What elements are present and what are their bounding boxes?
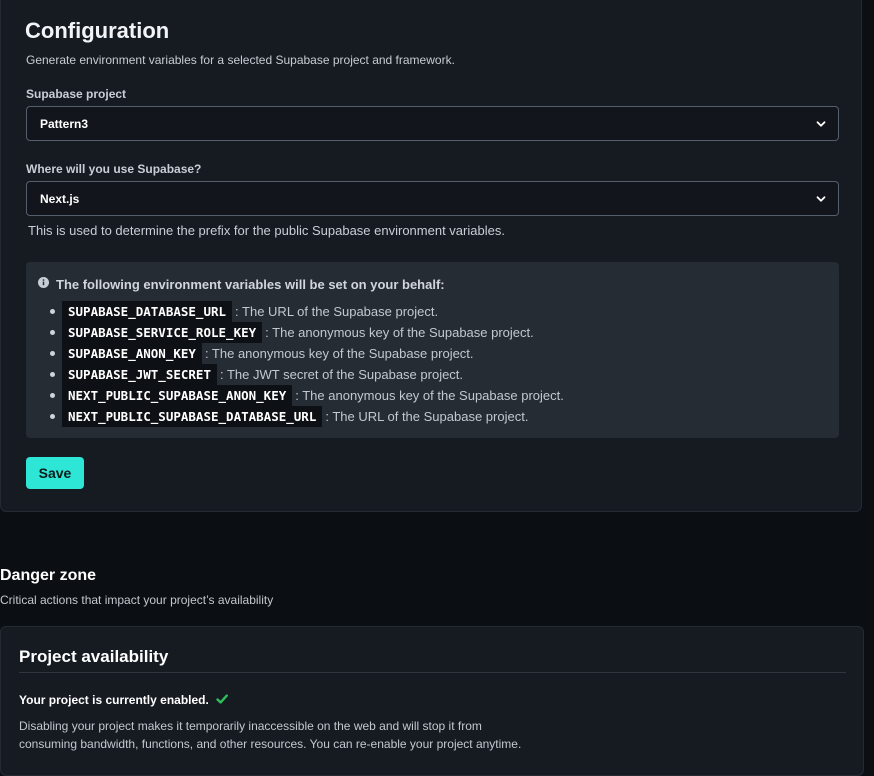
danger-zone-subtitle: Critical actions that impact your projec… [0, 593, 274, 607]
env-var-name: NEXT_PUBLIC_SUPABASE_ANON_KEY [62, 385, 293, 406]
env-vars-info-box: The following environment variables will… [26, 262, 839, 438]
list-item: SUPABASE_SERVICE_ROLE_KEY : The anonymou… [50, 322, 564, 343]
availability-title: Project availability [19, 647, 169, 666]
bullet [50, 414, 55, 419]
page-title: Configuration [25, 18, 170, 43]
list-item: NEXT_PUBLIC_SUPABASE_ANON_KEY : The anon… [50, 385, 564, 406]
info-header: The following environment variables will… [38, 277, 445, 292]
check-icon [216, 694, 228, 704]
bullet [50, 330, 55, 335]
env-var-description: : The JWT secret of the Supabase project… [220, 367, 464, 382]
env-var-description: : The URL of the Supabase project. [325, 409, 529, 424]
framework-select[interactable]: Next.js [26, 181, 839, 216]
list-item: SUPABASE_DATABASE_URL : The URL of the S… [50, 301, 564, 322]
page-subtitle: Generate environment variables for a sel… [26, 53, 455, 67]
info-title: The following environment variables will… [56, 277, 445, 292]
project-availability-card: Project availability Your project is cur… [0, 626, 864, 776]
list-item: SUPABASE_JWT_SECRET : The JWT secret of … [50, 364, 564, 385]
danger-zone-title: Danger zone [0, 567, 97, 584]
project-select[interactable]: Pattern3 [26, 106, 839, 141]
env-var-name: NEXT_PUBLIC_SUPABASE_DATABASE_URL [62, 406, 323, 427]
env-var-name: SUPABASE_JWT_SECRET [62, 364, 217, 385]
configuration-card: Configuration Generate environment varia… [0, 0, 862, 512]
status-text: Your project is currently enabled. [19, 693, 209, 707]
env-var-description: : The anonymous key of the Supabase proj… [265, 325, 534, 340]
save-button[interactable]: Save [26, 457, 84, 489]
bullet [50, 309, 55, 314]
framework-helper-text: This is used to determine the prefix for… [28, 223, 505, 238]
bullet [50, 393, 55, 398]
env-var-description: : The URL of the Supabase project. [235, 304, 439, 319]
env-var-name: SUPABASE_ANON_KEY [62, 343, 202, 364]
project-select-label: Supabase project [26, 87, 127, 101]
env-vars-list: SUPABASE_DATABASE_URL : The URL of the S… [50, 301, 564, 427]
project-select-value: Pattern3 [40, 117, 89, 131]
chevron-down-icon [816, 196, 826, 202]
divider [19, 672, 846, 673]
chevron-down-icon [816, 121, 826, 127]
env-var-description: : The anonymous key of the Supabase proj… [204, 346, 474, 361]
env-var-description: : The anonymous key of the Supabase proj… [295, 388, 564, 403]
list-item: SUPABASE_ANON_KEY : The anonymous key of… [50, 343, 564, 364]
info-icon [38, 277, 49, 288]
bullet [50, 351, 55, 356]
list-item: NEXT_PUBLIC_SUPABASE_DATABASE_URL : The … [50, 406, 564, 427]
framework-select-value: Next.js [40, 192, 80, 206]
availability-description: Disabling your project makes it temporar… [19, 719, 522, 751]
framework-select-label: Where will you use Supabase? [26, 162, 202, 176]
availability-status: Your project is currently enabled. [19, 693, 229, 707]
env-var-name: SUPABASE_DATABASE_URL [62, 301, 233, 322]
env-var-name: SUPABASE_SERVICE_ROLE_KEY [62, 322, 263, 343]
bullet [50, 372, 55, 377]
